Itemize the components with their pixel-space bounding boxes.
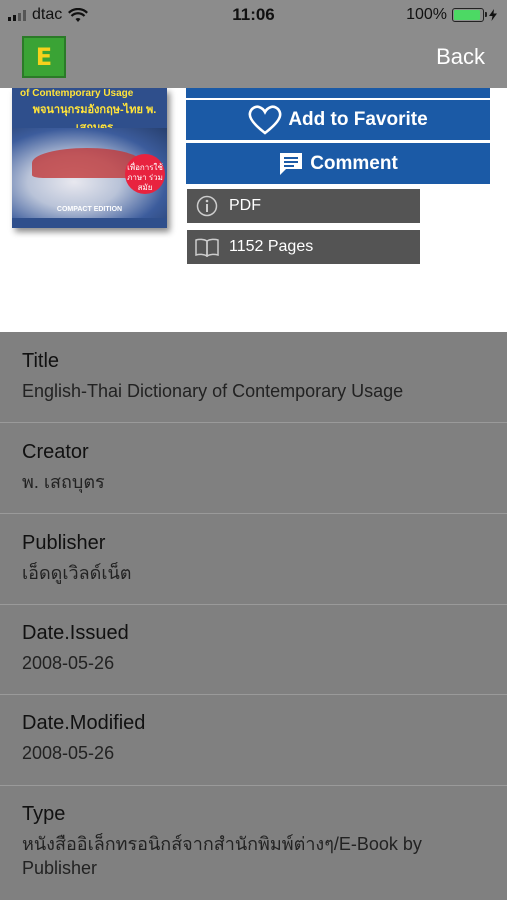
logo-letter: E xyxy=(35,43,53,71)
metadata-row-date-issued: Date.Issued 2008-05-26 xyxy=(0,605,507,695)
favorite-label: Add to Favorite xyxy=(288,109,428,130)
metadata-key: Date.Issued xyxy=(22,622,129,644)
status-right: 100% xyxy=(406,6,497,24)
charging-icon xyxy=(489,9,497,21)
cover-edition: COMPACT EDITION xyxy=(56,206,123,213)
metadata-row-publisher: Publisher เอ็ดดูเวิลด์เน็ต xyxy=(0,514,507,605)
metadata-value: เอ็ดดูเวิลด์เน็ต xyxy=(22,563,132,583)
metadata-key: Creator xyxy=(22,441,89,463)
metadata-row-type: Type หนังสืออิเล็กทรอนิกส์จากสำนักพิมพ์ต… xyxy=(0,786,507,900)
add-to-favorite-button[interactable]: Add to Favorite xyxy=(186,100,490,140)
metadata-value: พ. เสถบุตร xyxy=(22,472,105,492)
metadata-value: English-Thai Dictionary of Contemporary … xyxy=(22,381,404,401)
metadata-row-creator: Creator พ. เสถบุตร xyxy=(0,423,507,514)
top-bar: dtac 11:06 100% E Back xyxy=(0,0,507,88)
info-icon xyxy=(195,194,219,218)
app-logo[interactable]: E xyxy=(22,36,66,78)
comment-icon xyxy=(280,152,303,175)
comment-label: Comment xyxy=(310,152,398,174)
status-bar: dtac 11:06 100% xyxy=(0,0,507,30)
book-cover: of Contemporary Usage พจนานุกรมอังกฤษ-ไท… xyxy=(12,88,167,228)
metadata-key: Publisher xyxy=(22,532,106,554)
metadata-row-title: Title English-Thai Dictionary of Contemp… xyxy=(0,332,507,423)
metadata-key: Title xyxy=(22,350,60,372)
book-icon xyxy=(195,235,219,259)
metadata-value: หนังสืออิเล็กทรอนิกส์จากสำนักพิมพ์ต่างๆ/… xyxy=(22,834,422,878)
metadata-value: 2008-05-26 xyxy=(22,653,115,673)
format-info: PDF xyxy=(187,189,420,223)
download-button[interactable] xyxy=(186,88,490,98)
metadata-row-date-modified: Date.Modified 2008-05-26 xyxy=(0,695,507,786)
comment-button[interactable]: Comment xyxy=(186,143,490,184)
cover-badge: เพื่อการใช้ ภาษา ร่วมสมัย xyxy=(125,154,165,194)
metadata-key: Date.Modified xyxy=(22,712,146,734)
format-label: PDF xyxy=(229,197,261,214)
back-button[interactable]: Back xyxy=(436,44,485,70)
page-count-info: 1152 Pages xyxy=(187,230,420,264)
metadata-key: Type xyxy=(22,803,66,825)
metadata-list: Title English-Thai Dictionary of Contemp… xyxy=(0,332,507,900)
battery-icon xyxy=(452,8,487,22)
heart-icon xyxy=(248,105,282,135)
cover-title-en: of Contemporary Usage xyxy=(20,88,134,99)
metadata-value: 2008-05-26 xyxy=(22,743,115,763)
battery-percent: 100% xyxy=(406,6,447,23)
page-count-label: 1152 Pages xyxy=(229,238,314,255)
